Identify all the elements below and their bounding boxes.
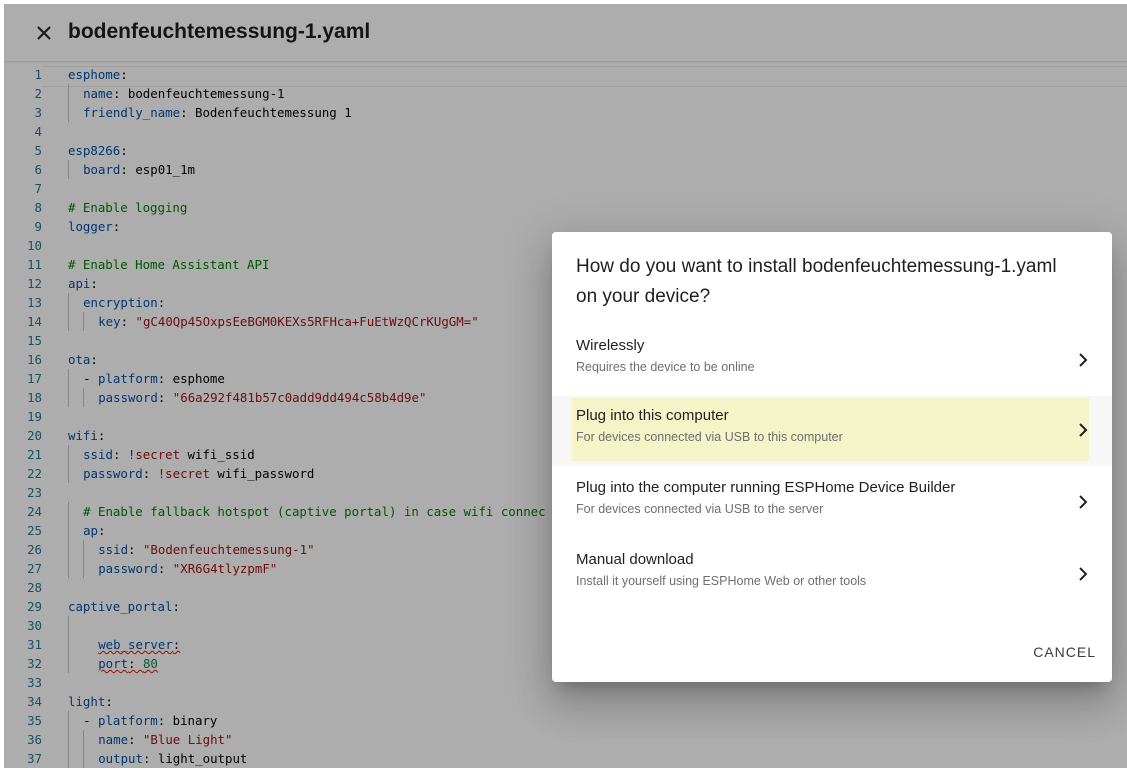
option-plug-into-this-computer[interactable]: Plug into this computer For devices conn… — [552, 396, 1112, 466]
chevron-right-icon — [1079, 495, 1088, 509]
option-label: Wirelessly — [576, 337, 645, 354]
option-label: Manual download — [576, 551, 694, 568]
option-label: Plug into this computer — [576, 407, 729, 424]
option-plug-into-server[interactable]: Plug into the computer running ESPHome D… — [552, 468, 1112, 538]
install-dialog: How do you want to install bodenfeuchtem… — [552, 232, 1112, 682]
option-description: Install it yourself using ESPHome Web or… — [576, 574, 867, 588]
chevron-right-icon — [1079, 423, 1088, 437]
option-wirelessly[interactable]: Wirelessly Requires the device to be onl… — [552, 326, 1112, 396]
option-description: For devices connected via USB to the ser… — [576, 502, 824, 516]
cancel-button[interactable]: CANCEL — [1033, 640, 1096, 664]
chevron-right-icon — [1079, 353, 1088, 367]
option-manual-download[interactable]: Manual download Install it yourself usin… — [552, 540, 1112, 610]
dialog-title: How do you want to install bodenfeuchtem… — [576, 256, 1057, 307]
option-description: Requires the device to be online — [576, 360, 755, 374]
option-label: Plug into the computer running ESPHome D… — [576, 479, 956, 496]
option-description: For devices connected via USB to this co… — [576, 430, 843, 444]
chevron-right-icon — [1079, 567, 1088, 581]
